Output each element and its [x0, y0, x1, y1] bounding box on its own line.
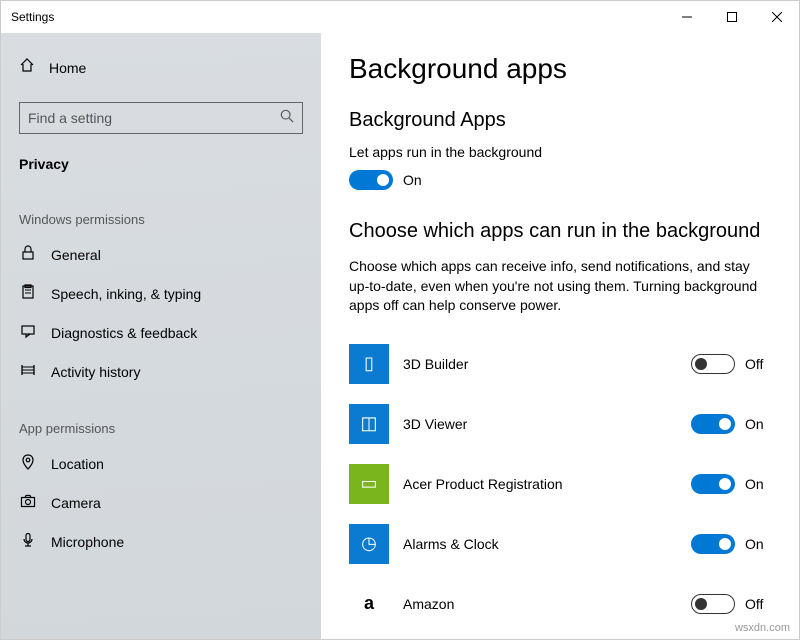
app-row: ◷ Alarms & Clock On — [349, 518, 771, 570]
sidebar-item-label: Diagnostics & feedback — [51, 325, 197, 341]
master-description: Let apps run in the background — [349, 144, 771, 160]
app-name-label: 3D Builder — [403, 356, 677, 372]
section-header: App permissions — [1, 391, 321, 444]
home-label: Home — [49, 60, 86, 76]
app-toggle[interactable] — [691, 474, 735, 494]
app-icon: ▭ — [349, 464, 389, 504]
clipboard-icon — [19, 284, 37, 303]
search-box[interactable] — [19, 102, 303, 134]
app-toggle-state: On — [745, 536, 764, 552]
lock-icon — [19, 245, 37, 264]
minimize-button[interactable] — [664, 2, 709, 32]
sidebar-item-location[interactable]: Location — [1, 444, 321, 483]
sidebar-item-label: Activity history — [51, 364, 140, 380]
app-icon: a — [349, 584, 389, 624]
window-controls — [664, 2, 799, 32]
page-title: Background apps — [349, 53, 771, 85]
app-toggle-state: Off — [745, 596, 763, 612]
app-icon: ◫ — [349, 404, 389, 444]
master-heading: Background Apps — [349, 109, 771, 132]
section-header: Windows permissions — [1, 182, 321, 235]
maximize-button[interactable] — [709, 2, 754, 32]
app-toggle-state: Off — [745, 356, 763, 372]
sidebar-item-label: General — [51, 247, 101, 263]
sidebar-item-label: Speech, inking, & typing — [51, 286, 201, 302]
app-toggle[interactable] — [691, 594, 735, 614]
feedback-icon — [19, 323, 37, 342]
home-icon — [19, 57, 35, 78]
sidebar-item-general[interactable]: General — [1, 235, 321, 274]
sidebar-item-speech-inking-typing[interactable]: Speech, inking, & typing — [1, 274, 321, 313]
app-toggle[interactable] — [691, 534, 735, 554]
microphone-icon — [19, 532, 37, 551]
watermark: wsxdn.com — [735, 622, 790, 634]
app-name-label: Acer Product Registration — [403, 476, 677, 492]
app-toggle-state: On — [745, 416, 764, 432]
camera-icon — [19, 493, 37, 512]
sidebar-item-activity-history[interactable]: Activity history — [1, 352, 321, 391]
sidebar-item-microphone[interactable]: Microphone — [1, 522, 321, 561]
search-icon — [280, 109, 294, 128]
app-toggle-group: On — [691, 474, 771, 494]
current-section-label: Privacy — [1, 146, 321, 182]
app-toggle-state: On — [745, 476, 764, 492]
app-name-label: Alarms & Clock — [403, 536, 677, 552]
close-button[interactable] — [754, 2, 799, 32]
sidebar: Home Privacy Windows permissions General S… — [1, 33, 321, 639]
master-toggle-row: On — [349, 170, 771, 190]
app-toggle-group: Off — [691, 594, 771, 614]
app-row: ◫ 3D Viewer On — [349, 398, 771, 450]
main-content: Background apps Background Apps Let apps… — [321, 33, 799, 639]
home-link[interactable]: Home — [1, 51, 321, 84]
app-toggle[interactable] — [691, 354, 735, 374]
app-row: a Amazon Off — [349, 578, 771, 630]
location-icon — [19, 454, 37, 473]
sidebar-item-label: Camera — [51, 495, 101, 511]
app-list: ▯ 3D Builder Off ◫ 3D Viewer On ▭ Acer Product … — [349, 338, 771, 630]
choose-description: Choose which apps can receive info, send… — [349, 257, 771, 316]
app-toggle-group: Off — [691, 354, 771, 374]
app-toggle-group: On — [691, 534, 771, 554]
titlebar: Settings — [1, 1, 799, 33]
master-toggle-state: On — [403, 172, 422, 188]
activity-icon — [19, 362, 37, 381]
app-toggle-group: On — [691, 414, 771, 434]
app-icon: ▯ — [349, 344, 389, 384]
sidebar-item-diagnostics-feedback[interactable]: Diagnostics & feedback — [1, 313, 321, 352]
app-toggle[interactable] — [691, 414, 735, 434]
sidebar-item-camera[interactable]: Camera — [1, 483, 321, 522]
master-toggle[interactable] — [349, 170, 393, 190]
app-name-label: Amazon — [403, 596, 677, 612]
choose-heading: Choose which apps can run in the backgro… — [349, 220, 771, 243]
app-name-label: 3D Viewer — [403, 416, 677, 432]
app-row: ▯ 3D Builder Off — [349, 338, 771, 390]
app-icon: ◷ — [349, 524, 389, 564]
window-title: Settings — [11, 10, 54, 24]
search-input[interactable] — [28, 110, 280, 126]
app-row: ▭ Acer Product Registration On — [349, 458, 771, 510]
sidebar-item-label: Microphone — [51, 534, 124, 550]
sidebar-item-label: Location — [51, 456, 104, 472]
